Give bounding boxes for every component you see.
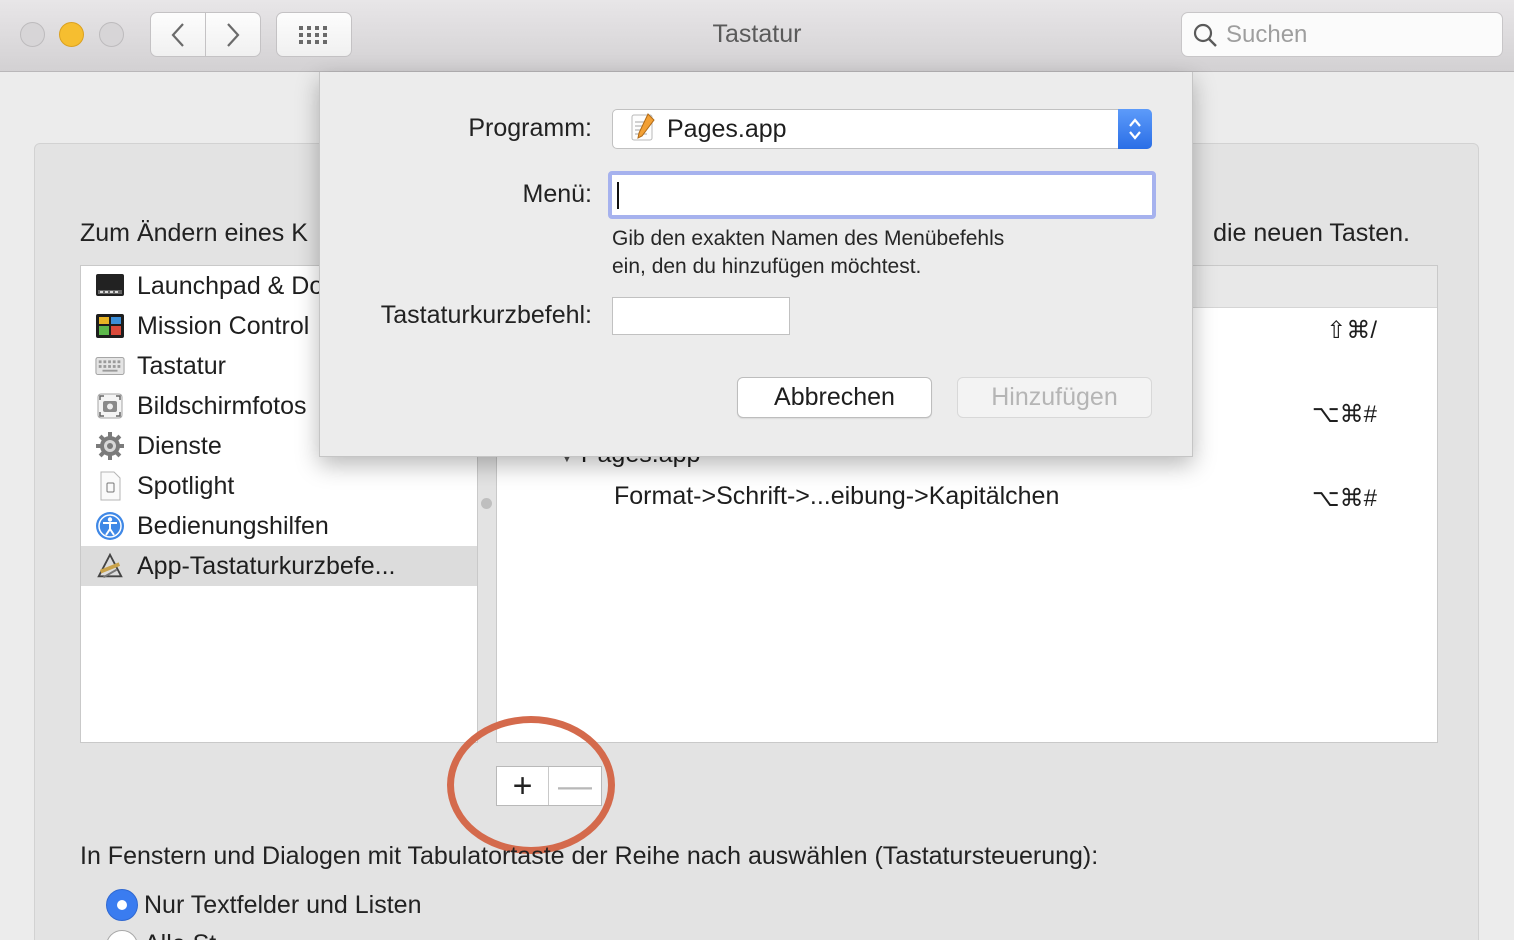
menu-hint-line2: ein, den du hinzufügen möchtest. bbox=[612, 255, 922, 278]
radio-label-all-controls: Alle St bbox=[144, 930, 216, 940]
cancel-button[interactable]: Abbrechen bbox=[737, 377, 932, 418]
split-view-divider[interactable] bbox=[481, 498, 492, 509]
search-placeholder: Suchen bbox=[1226, 20, 1308, 48]
radio-text-fields-only[interactable] bbox=[106, 889, 138, 921]
services-gear-icon bbox=[95, 431, 125, 461]
keyboard-icon bbox=[95, 351, 125, 381]
menu-hint-line1: Gib den exakten Namen des Menübefehls bbox=[612, 227, 1005, 250]
sidebar-item-label: Spotlight bbox=[137, 471, 235, 500]
radio-label-text-fields: Nur Textfelder und Listen bbox=[144, 891, 422, 919]
spotlight-document-icon bbox=[95, 471, 125, 501]
mission-control-icon bbox=[95, 311, 125, 341]
highlight-circle-annotation bbox=[447, 716, 615, 854]
shortcut-label: Tastaturkurzbefehl: bbox=[380, 301, 592, 329]
sidebar-item-label: Tastatur bbox=[137, 351, 226, 380]
program-value: Pages.app bbox=[667, 114, 787, 143]
search-field[interactable]: Suchen bbox=[1181, 12, 1503, 57]
instruction-text-right: die neuen Tasten. bbox=[1213, 219, 1410, 247]
title-bar: Tastatur Suchen bbox=[0, 0, 1514, 72]
sidebar-item-label: Mission Control bbox=[137, 311, 310, 340]
add-button[interactable]: Hinzufügen bbox=[957, 377, 1152, 418]
shortcut-keys[interactable]: ⇧⌘/ bbox=[1257, 316, 1377, 345]
shortcut-keys[interactable]: ⌥⌘# bbox=[1257, 484, 1377, 513]
menu-title-input[interactable] bbox=[608, 171, 1156, 219]
shortcut-recorder-field[interactable] bbox=[612, 297, 790, 335]
shortcut-keys[interactable]: ⌥⌘# bbox=[1257, 400, 1377, 429]
launchpad-dock-icon bbox=[95, 271, 125, 301]
app-shortcuts-icon bbox=[95, 551, 125, 581]
sidebar-item-app-shortcuts[interactable]: App-Tastaturkurzbefe... bbox=[81, 546, 477, 586]
search-icon bbox=[1193, 23, 1217, 47]
menu-label: Menü: bbox=[522, 180, 592, 208]
program-popup[interactable]: Pages.app bbox=[612, 109, 1152, 149]
shortcut-menu-title[interactable]: Format->Schrift->...eibung->Kapitälchen bbox=[614, 482, 1059, 511]
sidebar-item-label: Bildschirmfotos bbox=[137, 391, 307, 420]
sidebar-item-label: Bedienungshilfen bbox=[137, 511, 329, 540]
text-caret bbox=[617, 182, 619, 209]
sidebar-item-label: Dienste bbox=[137, 431, 222, 460]
tab-navigation-label: In Fenstern und Dialogen mit Tabulatorta… bbox=[80, 842, 1099, 870]
popup-stepper-icon[interactable] bbox=[1118, 109, 1152, 149]
accessibility-icon bbox=[95, 511, 125, 541]
program-label: Programm: bbox=[468, 114, 592, 142]
sidebar-item-spotlight[interactable]: Spotlight bbox=[81, 466, 477, 506]
pages-app-icon bbox=[629, 112, 655, 147]
instruction-text-left: Zum Ändern eines K bbox=[80, 219, 308, 247]
menu-hint-text: Gib den exakten Namen des Menübefehls ei… bbox=[612, 225, 1004, 281]
sidebar-item-label: App-Tastaturkurzbefe... bbox=[137, 551, 396, 580]
sidebar-item-label: Launchpad & Dock bbox=[137, 271, 349, 300]
sidebar-item-bedienungshilfen[interactable]: Bedienungshilfen bbox=[81, 506, 477, 546]
screenshot-icon bbox=[95, 391, 125, 421]
add-shortcut-sheet: Programm: Pages.app Menü: Gib den exakte… bbox=[319, 72, 1193, 457]
